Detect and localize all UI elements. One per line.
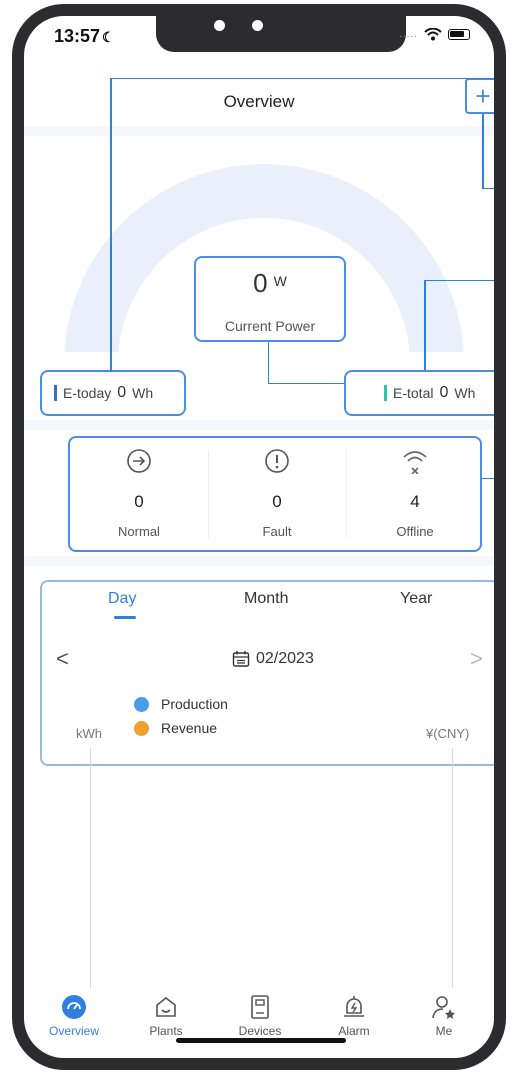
- annotation-line: [268, 342, 269, 384]
- current-power-card: 0W Current Power: [194, 256, 346, 342]
- current-power-value: 0W: [196, 268, 344, 299]
- device-icon: [251, 995, 269, 1019]
- e-total-card: E-total 0 Wh: [344, 370, 494, 416]
- sensor-dot: [252, 20, 263, 31]
- bottom-nav: Overview Plants Devices Alarm Me: [24, 994, 494, 1054]
- camera-dot: [214, 20, 225, 31]
- nav-me[interactable]: Me: [404, 994, 484, 1038]
- production-chart-panel: Day Month Year < 02/2023 > Production Re…: [40, 580, 494, 766]
- alert-circle-icon: [265, 449, 289, 473]
- tab-day-indicator: [114, 616, 136, 619]
- annotation-line: [110, 78, 494, 79]
- annotation-line: [110, 78, 112, 372]
- arrow-circle-icon: [127, 449, 151, 473]
- offline-count: 4: [410, 492, 420, 511]
- bell-icon: [344, 996, 364, 1017]
- wifi-off-icon: [403, 451, 427, 474]
- chart-right-axis: [452, 748, 453, 988]
- signal-icon: .....: [399, 29, 418, 40]
- e-today-marker: [54, 385, 57, 401]
- current-power-label: Current Power: [224, 318, 316, 334]
- production-dot: [134, 696, 149, 712]
- e-today-card: E-today 0 Wh: [40, 370, 186, 416]
- tab-year[interactable]: Year: [400, 590, 432, 608]
- chart-left-axis: [90, 748, 91, 988]
- nav-devices-label: Devices: [238, 1024, 282, 1038]
- divider: [24, 556, 494, 566]
- annotation-line: [482, 188, 494, 189]
- tab-month[interactable]: Month: [244, 590, 288, 608]
- status-indicators: .....: [399, 28, 470, 41]
- offline-label: Offline: [396, 524, 434, 539]
- moon-icon: ☾: [102, 29, 115, 45]
- person-star-icon: [432, 996, 455, 1019]
- legend-production-label: Production: [161, 696, 228, 712]
- app-screen: 13:57 ☾ ..... Overview + 0W Current Power: [24, 16, 494, 1058]
- time-text: 13:57: [54, 26, 101, 46]
- house-icon: [156, 996, 176, 1017]
- nav-plants-label: Plants: [149, 1024, 183, 1038]
- date-text: 02/2023: [256, 650, 314, 667]
- divider: [24, 420, 494, 430]
- normal-label: Normal: [118, 524, 160, 539]
- nav-overview[interactable]: Overview: [34, 994, 114, 1038]
- add-plant-button[interactable]: +: [465, 78, 494, 114]
- right-axis-unit: ¥(CNY): [426, 726, 470, 741]
- nav-overview-label: Overview: [48, 1024, 99, 1038]
- status-offline[interactable]: 4 Offline: [346, 438, 484, 550]
- status-time: 13:57 ☾: [54, 26, 115, 47]
- power-unit: W: [273, 273, 287, 289]
- gauge-icon: [62, 995, 86, 1019]
- annotation-line: [268, 383, 344, 384]
- e-today-row: E-today 0 Wh: [54, 384, 153, 402]
- nav-me-label: Me: [435, 1024, 453, 1038]
- nav-alarm[interactable]: Alarm: [314, 994, 394, 1038]
- e-total-marker: [384, 385, 387, 401]
- divider: [24, 126, 494, 136]
- e-total-unit: Wh: [454, 385, 476, 401]
- nav-plants[interactable]: Plants: [126, 994, 206, 1038]
- e-total-label: E-total: [393, 385, 434, 401]
- fault-label: Fault: [262, 524, 292, 539]
- next-arrow-button[interactable]: >: [470, 646, 483, 672]
- device-status-card: 0 Normal 0 Fault 4 Offline: [68, 436, 482, 552]
- date-picker[interactable]: 02/2023: [232, 650, 314, 668]
- battery-icon: [448, 29, 470, 40]
- e-total-row: E-total 0 Wh: [384, 384, 475, 402]
- prev-arrow-button[interactable]: <: [56, 646, 69, 672]
- home-indicator: [176, 1038, 346, 1043]
- left-axis-unit: kWh: [76, 726, 102, 741]
- normal-count: 0: [134, 492, 144, 511]
- nav-alarm-label: Alarm: [338, 1024, 370, 1038]
- legend-production: Production: [134, 696, 228, 712]
- e-today-unit: Wh: [132, 385, 154, 401]
- calendar-icon: [232, 651, 250, 667]
- annotation-line: [482, 114, 484, 188]
- status-fault[interactable]: 0 Fault: [208, 438, 346, 550]
- e-total-value: 0: [439, 384, 449, 401]
- legend-revenue-label: Revenue: [161, 720, 218, 736]
- fault-count: 0: [272, 492, 282, 511]
- annotation-line: [424, 280, 426, 370]
- e-today-label: E-today: [63, 385, 112, 401]
- annotation-line: [424, 280, 494, 281]
- power-number: 0: [253, 268, 268, 298]
- phone-frame: 13:57 ☾ ..... Overview + 0W Current Power: [12, 4, 506, 1070]
- revenue-dot: [134, 720, 149, 736]
- tab-day[interactable]: Day: [108, 590, 136, 608]
- nav-devices[interactable]: Devices: [220, 994, 300, 1038]
- e-today-value: 0: [117, 384, 127, 401]
- wifi-icon: [424, 28, 442, 41]
- annotation-line: [482, 478, 494, 479]
- status-normal[interactable]: 0 Normal: [70, 438, 208, 550]
- notch: [156, 16, 406, 52]
- legend-revenue: Revenue: [134, 720, 217, 736]
- page-title: Overview: [223, 92, 295, 111]
